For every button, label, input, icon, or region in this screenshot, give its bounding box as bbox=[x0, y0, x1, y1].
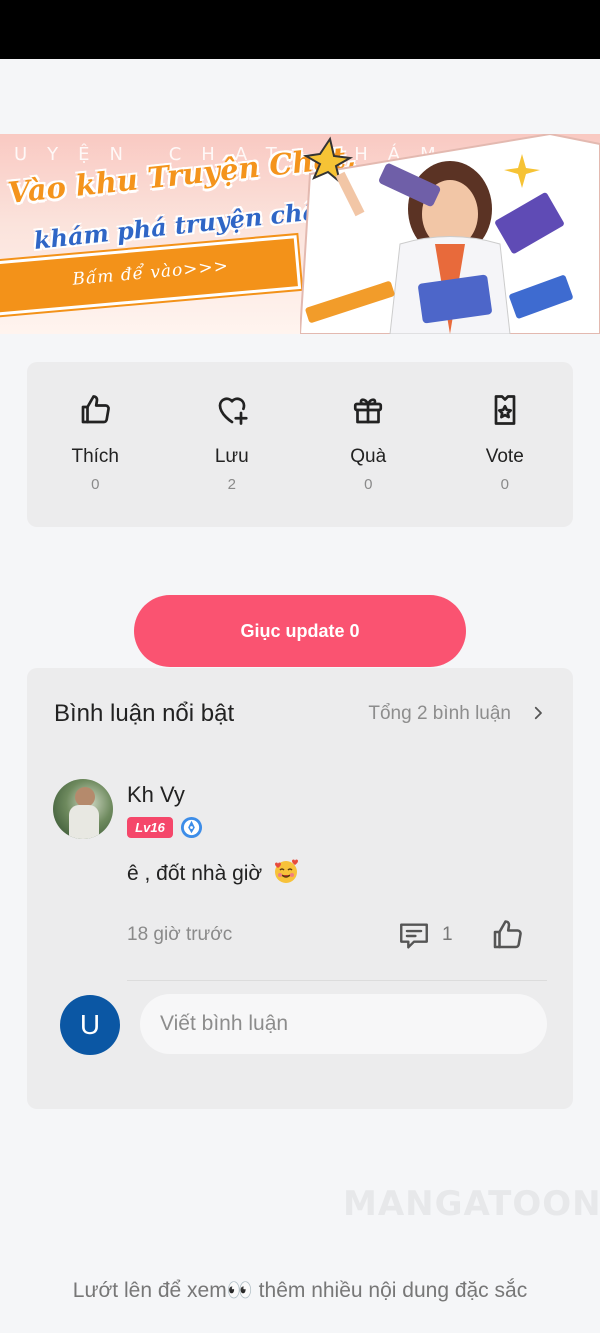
comment-divider bbox=[127, 980, 547, 981]
write-comment-input[interactable] bbox=[140, 994, 547, 1054]
story-actions-panel: Thích 0 Lưu 2 Quà 0 Vote 0 bbox=[27, 362, 573, 527]
comments-total-link[interactable]: Tổng 2 bình luận bbox=[368, 703, 511, 725]
gift-count: 0 bbox=[364, 476, 373, 493]
reply-count: 1 bbox=[442, 924, 453, 945]
commenter-username[interactable]: Kh Vy bbox=[127, 782, 185, 808]
comment-body: ê , đốt nhà giờ bbox=[127, 858, 300, 886]
promo-banner[interactable]: UYỆN CHAT KHÁM PHÁ Vào khu Truyện Chat, … bbox=[0, 134, 600, 334]
comment-like-icon[interactable] bbox=[489, 917, 525, 953]
smiling-face-with-hearts-icon bbox=[275, 859, 299, 883]
chevron-right-icon[interactable] bbox=[529, 704, 547, 722]
vote-action[interactable]: Vote 0 bbox=[437, 362, 574, 527]
like-label: Thích bbox=[71, 446, 120, 467]
gift-label: Quà bbox=[350, 446, 387, 467]
avatar-photo-body bbox=[69, 805, 99, 839]
status-bar bbox=[0, 0, 600, 59]
comment-timestamp: 18 giờ trước bbox=[127, 924, 233, 945]
mangatoon-watermark: MANGATOON bbox=[343, 1184, 600, 1224]
thumbs-up-icon bbox=[81, 395, 111, 424]
featured-comments-panel: Bình luận nổi bật Tổng 2 bình luận Kh Vy… bbox=[27, 668, 573, 1109]
save-count: 2 bbox=[227, 476, 236, 493]
comments-section-title: Bình luận nổi bật bbox=[54, 700, 235, 727]
save-action[interactable]: Lưu 2 bbox=[164, 362, 301, 527]
banner-illustration bbox=[300, 134, 600, 334]
current-user-avatar[interactable]: U bbox=[60, 995, 120, 1055]
heart-plus-icon bbox=[218, 397, 248, 425]
comment-text: ê , đốt nhà giờ bbox=[127, 862, 263, 885]
comment-reply-icon[interactable] bbox=[397, 919, 431, 953]
request-update-button[interactable]: Giục update 0 bbox=[134, 595, 466, 667]
pen-badge-icon bbox=[180, 816, 203, 839]
banner-cta-label: Bấm để vào>>> bbox=[71, 256, 230, 290]
like-action[interactable]: Thích 0 bbox=[27, 362, 164, 527]
like-count: 0 bbox=[91, 476, 100, 493]
level-badge: Lv16 bbox=[127, 817, 173, 838]
vote-label: Vote bbox=[485, 446, 524, 467]
gift-icon bbox=[354, 398, 383, 424]
avatar-photo-head bbox=[75, 787, 95, 807]
vote-count: 0 bbox=[500, 476, 509, 493]
scroll-more-hint: Lướt lên để xem👀 thêm nhiều nội dung đặc… bbox=[72, 1279, 528, 1302]
gift-action[interactable]: Quà 0 bbox=[300, 362, 437, 527]
commenter-avatar[interactable] bbox=[53, 779, 113, 839]
save-label: Lưu bbox=[214, 446, 249, 467]
vote-badge-icon bbox=[494, 395, 516, 425]
